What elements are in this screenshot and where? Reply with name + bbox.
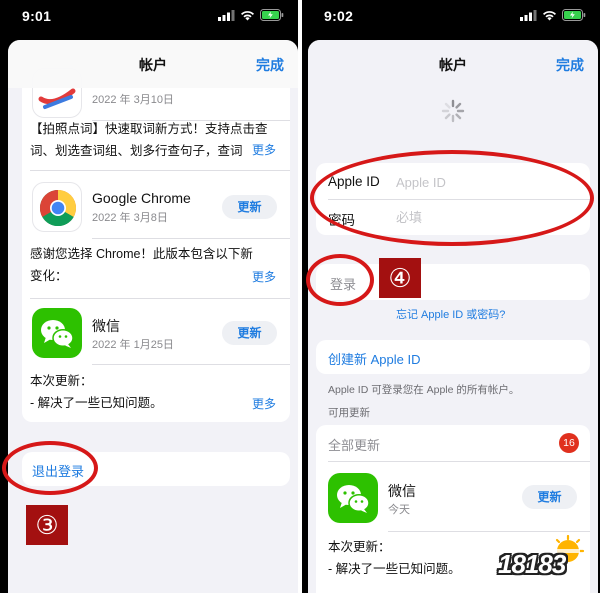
wifi-icon bbox=[543, 10, 556, 20]
divider bbox=[30, 298, 290, 299]
status-bar: 9:02 bbox=[302, 0, 600, 34]
divider bbox=[92, 364, 290, 365]
forgot-appleid-link[interactable]: 忘记 Apple ID 或密码? bbox=[396, 306, 505, 322]
chrome-icon bbox=[32, 182, 82, 232]
battery-icon bbox=[260, 9, 284, 21]
nav-bar: 帐户 完成 bbox=[308, 40, 598, 88]
app-description: 本次更新： - 解决了一些已知问题。 bbox=[30, 370, 280, 414]
status-time: 9:01 bbox=[22, 8, 52, 24]
app-updates-card: 2022 年 3月10日 【拍照点词】快速取词新方式！支持点击查词、划选查词组、… bbox=[22, 60, 290, 422]
divider bbox=[30, 170, 290, 171]
description-line: - 解决了一些已知问题。 bbox=[30, 396, 163, 410]
annotation-circle bbox=[306, 254, 374, 306]
divider bbox=[328, 461, 590, 462]
app-name: 微信 bbox=[92, 318, 120, 334]
app-date: 2022 年 3月10日 bbox=[92, 94, 174, 106]
description-line: 本次更新： bbox=[30, 374, 93, 388]
create-appleid-button[interactable]: 创建新 Apple ID bbox=[328, 349, 420, 368]
app-date: 2022 年 3月8日 bbox=[92, 212, 168, 224]
update-count-badge: 16 bbox=[559, 433, 579, 453]
divider bbox=[388, 531, 590, 532]
step-badge: ④ bbox=[379, 258, 421, 298]
watermark-text: 18183 bbox=[498, 549, 566, 579]
app-description: 感谢您选择 Chrome！此版本包含以下新变化： bbox=[30, 247, 253, 283]
done-button[interactable]: 完成 bbox=[556, 55, 584, 75]
app-name: 微信 bbox=[388, 483, 416, 499]
appleid-note: Apple ID 可登录您在 Apple 的所有帐户。 bbox=[328, 384, 520, 396]
nav-title: 帐户 bbox=[139, 57, 167, 73]
available-updates-header: 可用更新 bbox=[328, 407, 370, 419]
wechat-icon bbox=[32, 308, 82, 358]
update-button[interactable]: 更新 bbox=[222, 321, 277, 345]
create-appleid-card: 创建新 Apple ID bbox=[316, 340, 590, 374]
more-link[interactable]: 更多 bbox=[252, 395, 276, 412]
status-icons bbox=[218, 9, 284, 21]
nav-bar: 帐户 完成 bbox=[8, 40, 298, 88]
right-screen: 9:02 帐户 完成 Apple ID Apple ID 密码 登录 忘记 Ap… bbox=[302, 0, 600, 593]
app-date: 今天 bbox=[388, 504, 410, 516]
app-description: 【拍照点词】快速取词新方式！支持点击查词、划选查词组、划多行查句子，查词 bbox=[30, 118, 280, 162]
app-name: Google Chrome bbox=[92, 190, 191, 206]
annotation-circle bbox=[310, 150, 594, 246]
loading-spinner-icon bbox=[441, 99, 465, 123]
divider bbox=[92, 238, 290, 239]
wechat-icon bbox=[328, 473, 378, 523]
signal-icon bbox=[520, 9, 537, 21]
more-link[interactable]: 更多 bbox=[248, 141, 277, 158]
update-button[interactable]: 更新 bbox=[222, 195, 277, 219]
more-link[interactable]: 更多 bbox=[252, 268, 276, 285]
update-button[interactable]: 更新 bbox=[522, 485, 577, 509]
left-screen: 9:01 帐户 完成 2022 年 3月10日 【拍照点词】快速取词新方式！支持… bbox=[0, 0, 298, 593]
account-sheet: 帐户 完成 Apple ID Apple ID 密码 登录 忘记 Apple I… bbox=[308, 40, 598, 593]
wifi-icon bbox=[241, 10, 254, 20]
step-badge: ③ bbox=[26, 505, 68, 545]
signal-icon bbox=[218, 9, 235, 21]
nav-title: 帐户 bbox=[439, 57, 467, 73]
status-time: 9:02 bbox=[324, 8, 354, 24]
stage: 9:01 帐户 完成 2022 年 3月10日 【拍照点词】快速取词新方式！支持… bbox=[0, 0, 600, 593]
status-bar: 9:01 bbox=[0, 0, 298, 34]
annotation-circle bbox=[2, 441, 98, 495]
status-icons bbox=[520, 9, 586, 21]
app-description-text: 【拍照点词】快速取词新方式！支持点击查词、划选查词组、划多行查句子，查词 bbox=[30, 122, 268, 158]
app-date: 2022 年 1月25日 bbox=[92, 339, 174, 351]
done-button[interactable]: 完成 bbox=[256, 55, 284, 75]
watermark-logo: 18183 bbox=[498, 535, 590, 581]
update-all-label: 全部更新 bbox=[328, 438, 381, 453]
battery-icon bbox=[562, 9, 586, 21]
